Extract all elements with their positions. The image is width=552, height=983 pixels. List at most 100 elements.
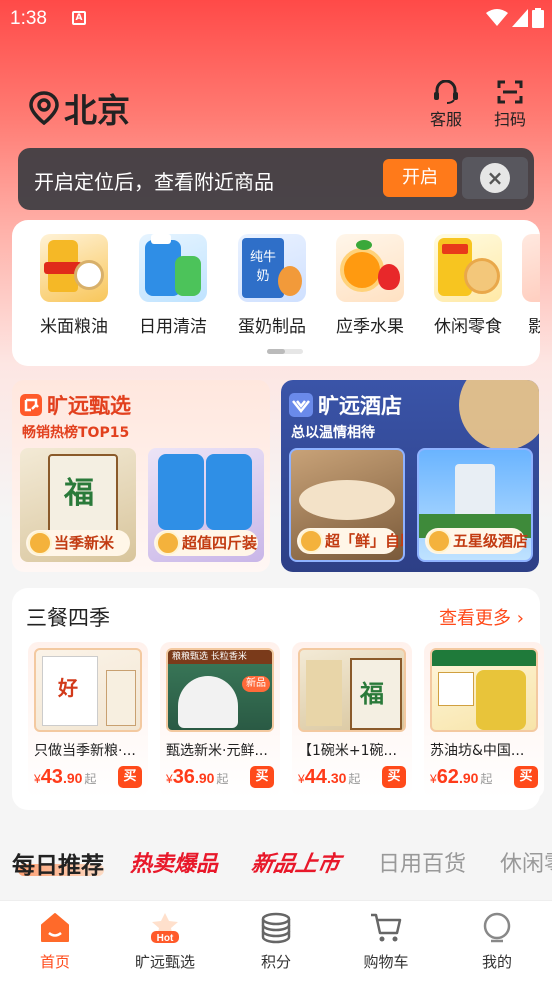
product-name: 苏油坊&中国... <box>430 743 525 759</box>
product-name: 【1碗米+1碗... <box>298 743 397 759</box>
status-icons <box>486 8 544 28</box>
product-image: 好 <box>34 648 142 732</box>
promo-tile-tag: 超「鲜」自助 <box>297 528 403 554</box>
milk-icon: 纯牛奶 <box>238 234 306 302</box>
product-card[interactable]: 福 【1碗米+1碗... ¥44.30 起 买 <box>292 642 412 798</box>
bottom-navigation: 首页 Hot 旷远甄选 积分 购物车 我的 <box>0 900 552 983</box>
promo-title: 旷远甄选 <box>20 390 131 420</box>
headset-icon <box>434 80 458 104</box>
detergent-icon <box>139 234 207 302</box>
promo-title: 旷远酒店 <box>289 390 402 420</box>
hotel-logo-icon <box>289 393 313 417</box>
product-image <box>430 648 538 732</box>
buy-button[interactable]: 买 <box>514 766 538 788</box>
product-price: ¥44.30 起 <box>298 766 361 788</box>
promo-tile-detergent[interactable]: 超值四斤装 <box>148 448 264 562</box>
medal-icon <box>299 529 323 553</box>
tab-leisure[interactable]: 休闲零 <box>500 846 552 878</box>
battery-icon <box>532 8 544 28</box>
moon-decoration <box>459 380 539 450</box>
scan-label: 扫码 <box>493 110 526 129</box>
category-item-grain-oil[interactable]: 米面粮油 <box>34 234 114 337</box>
buy-button[interactable]: 买 <box>118 766 142 788</box>
rice-oil-icon <box>40 234 108 302</box>
profile-icon <box>480 911 514 945</box>
coins-icon <box>259 911 293 945</box>
hot-icon: Hot <box>148 911 182 945</box>
product-price: ¥36.90 起 <box>166 766 229 788</box>
nav-points[interactable]: 积分 <box>231 911 321 972</box>
select-logo-icon <box>20 394 42 416</box>
customer-service-label: 客服 <box>429 110 462 129</box>
scan-icon <box>497 80 523 104</box>
category-item-partial[interactable]: 影 <box>516 234 540 337</box>
home-icon <box>38 911 72 945</box>
promo-tile-tag: 五星级酒店 <box>425 528 528 554</box>
product-image: 福 <box>298 648 406 732</box>
nav-mine[interactable]: 我的 <box>452 911 542 972</box>
promo-tile-tag: 当季新米 <box>26 530 130 556</box>
product-card[interactable]: 苏油坊&中国... ¥62.90 起 买 <box>424 642 544 798</box>
daily-title: 每日推荐 <box>12 853 104 879</box>
buy-button[interactable]: 买 <box>382 766 406 788</box>
wifi-icon <box>486 9 508 26</box>
location-pin-icon <box>29 91 59 125</box>
category-label: 日用清洁 <box>139 317 207 337</box>
promo-tile-buffet[interactable]: 超「鲜」自助 <box>289 448 405 562</box>
category-label: 影 <box>528 317 540 337</box>
status-bar: 1:38 A <box>0 0 552 38</box>
buy-button[interactable]: 买 <box>250 766 274 788</box>
daily-recommend-bar: 每日推荐 热卖爆品 新品上市 日用百货 休闲零 <box>0 826 552 896</box>
category-card: 米面粮油 日用清洁 纯牛奶 蛋奶制品 应季水果 休闲零食 影 <box>12 220 540 366</box>
chevron-right-icon: › <box>516 608 524 629</box>
category-scroll-indicator <box>267 349 303 354</box>
product-name: 甄选新米·元鲜... <box>166 743 268 759</box>
product-card[interactable]: 好 只做当季新粮·... ¥43.90 起 买 <box>28 642 148 798</box>
promo-subtitle: 总以温情相待 <box>291 425 375 441</box>
category-item-dairy[interactable]: 纯牛奶 蛋奶制品 <box>232 234 312 337</box>
nav-cart[interactable]: 购物车 <box>341 911 431 972</box>
notification-icon: A <box>72 11 86 25</box>
medal-icon <box>156 531 180 555</box>
medal-icon <box>427 529 451 553</box>
toast-message: 开启定位后，查看附近商品 <box>34 170 274 194</box>
product-price: ¥62.90 起 <box>430 766 493 788</box>
category-item-snacks[interactable]: 休闲零食 <box>428 234 508 337</box>
product-price: ¥43.90 起 <box>34 766 97 788</box>
location-permission-toast: 开启定位后，查看附近商品 开启 × <box>18 148 534 210</box>
signal-icon <box>512 9 528 27</box>
nav-kuangyuan-select[interactable]: Hot 旷远甄选 <box>120 911 210 972</box>
category-item-cleaning[interactable]: 日用清洁 <box>133 234 213 337</box>
nav-home[interactable]: 首页 <box>10 911 100 972</box>
category-label: 蛋奶制品 <box>238 317 306 337</box>
category-label: 应季水果 <box>336 317 404 337</box>
category-item-fruit[interactable]: 应季水果 <box>330 234 410 337</box>
three-meals-section: 三餐四季 查看更多 › 好 只做当季新粮·... ¥43.90 起 买 粮粮甄选 … <box>12 588 544 810</box>
product-card[interactable]: 粮粮甄选 长粒香米 新品 甄选新米·元鲜... ¥36.90 起 买 <box>160 642 280 798</box>
tab-daily-goods[interactable]: 日用百货 <box>378 846 466 878</box>
promo-tile-rice[interactable]: 福 当季新米 <box>20 448 136 562</box>
promo-subtitle: 畅销热榜TOP15 <box>22 425 130 441</box>
category-label: 米面粮油 <box>40 317 108 337</box>
promo-kuangyuan-select[interactable]: 旷远甄选 畅销热榜TOP15 福 当季新米 超值四斤装 <box>12 380 270 572</box>
city-name: 北京 <box>64 91 130 130</box>
snack-icon <box>434 234 502 302</box>
enable-location-button[interactable]: 开启 <box>383 159 457 197</box>
location-selector[interactable]: 北京 <box>28 84 130 132</box>
customer-service-button[interactable]: 客服 <box>426 80 466 130</box>
status-time: 1:38 <box>10 8 47 29</box>
partial-icon <box>522 234 540 302</box>
tab-new-arrivals[interactable]: 新品上市 <box>249 846 343 878</box>
svg-text:Hot: Hot <box>157 933 174 944</box>
orange-icon <box>336 234 404 302</box>
view-more-link[interactable]: 查看更多 › <box>439 604 524 630</box>
medal-icon <box>28 531 52 555</box>
category-label: 休闲零食 <box>434 317 502 337</box>
product-name: 只做当季新粮·... <box>34 743 136 759</box>
promo-kuangyuan-hotel[interactable]: 旷远酒店 总以温情相待 超「鲜」自助 五星级酒店 <box>281 380 539 572</box>
toast-close-button[interactable]: × <box>462 157 528 199</box>
promo-tile-hotel[interactable]: 五星级酒店 <box>417 448 533 562</box>
product-image: 粮粮甄选 长粒香米 新品 <box>166 648 274 732</box>
tab-hot-sale[interactable]: 热卖爆品 <box>130 846 218 878</box>
scan-button[interactable]: 扫码 <box>490 80 530 130</box>
